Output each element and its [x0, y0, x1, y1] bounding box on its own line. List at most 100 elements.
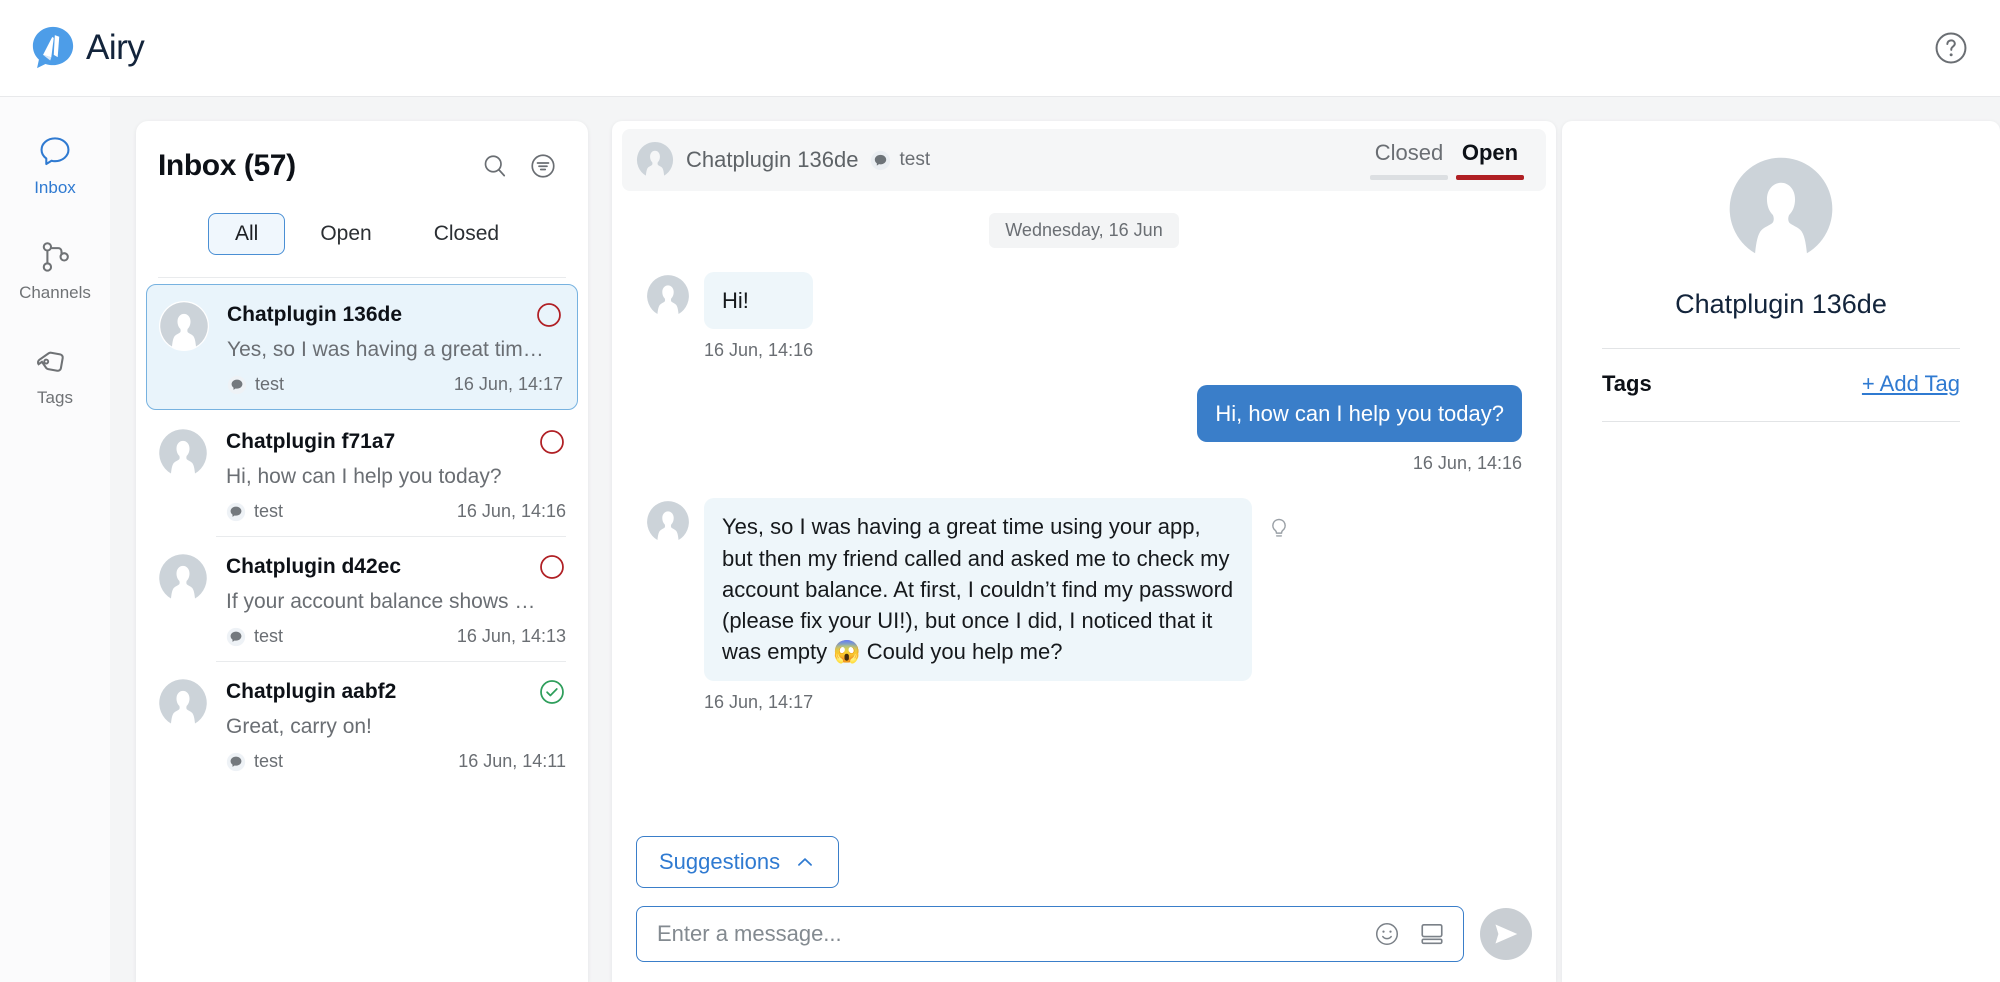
conversation-time: 16 Jun, 14:11	[458, 751, 566, 771]
chat-source-icon	[227, 375, 247, 394]
conversation-name: Chatplugin aabf2	[226, 680, 397, 703]
message-bubble: Hi, how can I help you today?	[1197, 385, 1522, 443]
message-composer: Suggestions	[612, 836, 1556, 982]
state-open-button[interactable]: Open	[1452, 140, 1528, 180]
conversation-name: Chatplugin d42ec	[226, 555, 402, 578]
conversation-preview: Great, carry on!	[226, 715, 372, 738]
tags-label: Tags	[1602, 371, 1652, 396]
tab-closed[interactable]: Closed	[407, 213, 526, 255]
lightbulb-icon[interactable]	[1266, 516, 1292, 542]
add-tag-button[interactable]: + Add Tag	[1862, 371, 1960, 397]
help-icon[interactable]	[1934, 31, 1968, 65]
message-list[interactable]: Wednesday, 16 Jun Hi! 16 Jun, 14:16 Hi, …	[612, 191, 1556, 831]
template-card-icon[interactable]	[1417, 919, 1447, 949]
inbox-panel: Inbox (57) All Open Closed Chatplugin 13…	[136, 121, 588, 982]
contact-name: Chatplugin 136de	[1675, 289, 1887, 319]
conversation-list: Chatplugin 136de Yes, so I was having a …	[136, 284, 588, 782]
conversation-panel: Chatplugin 136de test Closed Open Wednes…	[612, 121, 1556, 982]
tab-open[interactable]: Open	[293, 213, 398, 255]
top-bar: Airy	[0, 0, 2000, 97]
sidebar-item-inbox[interactable]: Inbox	[0, 133, 110, 198]
chat-source-icon	[226, 627, 246, 646]
sidebar-item-label: Inbox	[34, 178, 76, 197]
message-input-wrap[interactable]	[636, 906, 1464, 962]
conversation-header: Chatplugin 136de test Closed Open	[622, 129, 1546, 191]
date-separator-row: Wednesday, 16 Jun	[612, 213, 1556, 248]
tag-icon	[37, 351, 64, 372]
suggestions-button[interactable]: Suggestions	[636, 836, 840, 888]
message-time: 16 Jun, 14:16	[1412, 453, 1522, 474]
message-row: Hi! 16 Jun, 14:16	[612, 272, 1556, 361]
conversation-preview: Hi, how can I help you today?	[226, 465, 502, 488]
chat-source-icon	[226, 502, 246, 521]
contact-details-panel: Chatplugin 136de Tags + Add Tag	[1562, 121, 2000, 982]
status-open-icon	[537, 303, 561, 327]
send-paper-plane-icon	[1495, 924, 1518, 944]
tags-section-header: Tags + Add Tag	[1602, 371, 1960, 397]
conversation-source-label: test	[899, 149, 931, 170]
conversation-state-toggle: Closed Open	[1366, 140, 1528, 180]
conversation-list-item[interactable]: Chatplugin f71a7 Hi, how can I help you …	[136, 412, 588, 532]
chat-source-icon	[226, 752, 246, 771]
page-title: Inbox (57)	[158, 149, 296, 182]
conversation-header-identity: Chatplugin 136de test	[636, 141, 930, 179]
conversation-source: test	[226, 751, 283, 772]
conversation-source: test	[226, 626, 283, 647]
message-row: Yes, so I was having a great time using …	[612, 498, 1556, 712]
state-closed-button[interactable]: Closed	[1366, 140, 1452, 180]
conversation-preview: If your account balance shows …	[226, 590, 536, 613]
conversation-time: 16 Jun, 14:17	[453, 374, 563, 394]
conversation-preview: Yes, so I was having a great tim…	[227, 338, 544, 361]
avatar	[646, 500, 690, 545]
tab-all[interactable]: All	[208, 213, 286, 255]
brand-name: Airy	[86, 28, 145, 67]
status-open-icon	[540, 555, 564, 579]
conversation-source-label: test	[254, 501, 284, 521]
channels-nodes-icon	[42, 242, 69, 272]
state-open-underline	[1456, 175, 1524, 180]
message-input[interactable]	[655, 920, 1357, 948]
message-bubble: Hi!	[704, 272, 814, 330]
status-open-icon	[540, 430, 564, 454]
conversation-name: Chatplugin 136de	[227, 303, 403, 326]
message-time: 16 Jun, 14:17	[704, 691, 814, 712]
sidebar-item-channels[interactable]: Channels	[0, 238, 110, 303]
avatar	[636, 141, 674, 179]
sidebar: Inbox Channels Tags	[0, 97, 110, 982]
search-icon[interactable]	[480, 151, 510, 181]
avatar	[1727, 155, 1835, 263]
avatar	[646, 274, 690, 318]
date-separator: Wednesday, 16 Jun	[989, 213, 1179, 248]
inbox-filter-tabs: All Open Closed	[158, 183, 566, 278]
sidebar-item-label: Channels	[19, 283, 91, 302]
filter-icon[interactable]	[528, 151, 558, 181]
inbox-header: Inbox (57)	[136, 121, 588, 183]
suggestions-label: Suggestions	[659, 849, 781, 874]
message-bubble: Yes, so I was having a great time using …	[704, 498, 1252, 681]
speech-bubble-icon	[40, 137, 70, 166]
status-closed-icon	[540, 680, 564, 704]
conversation-source-label: test	[254, 626, 284, 646]
composer-row	[636, 906, 1532, 962]
divider	[1602, 421, 1960, 422]
conversation-contact-name: Chatplugin 136de	[686, 147, 859, 172]
conversation-source-label: test	[254, 751, 284, 771]
state-closed-label: Closed	[1374, 140, 1444, 165]
send-button[interactable]	[1480, 908, 1532, 960]
conversation-source: test	[226, 501, 283, 522]
inbox-header-actions	[480, 151, 558, 181]
conversation-time: 16 Jun, 14:13	[456, 626, 566, 646]
conversation-time: 16 Jun, 14:16	[456, 501, 566, 521]
sidebar-item-tags[interactable]: Tags	[0, 343, 110, 408]
airy-logo-speech-bubble-icon	[32, 26, 74, 69]
conversation-list-item[interactable]: Chatplugin d42ec If your account balance…	[136, 537, 588, 657]
message-time: 16 Jun, 14:16	[704, 340, 814, 361]
sidebar-item-label: Tags	[37, 388, 73, 407]
state-closed-underline	[1370, 175, 1448, 180]
chat-source-icon	[871, 150, 891, 170]
avatar	[158, 428, 208, 478]
avatar	[159, 301, 209, 351]
smiley-face-icon[interactable]	[1373, 920, 1401, 948]
conversation-list-item[interactable]: Chatplugin 136de Yes, so I was having a …	[146, 284, 578, 410]
conversation-list-item[interactable]: Chatplugin aabf2 Great, carry on! test 1…	[136, 662, 588, 782]
